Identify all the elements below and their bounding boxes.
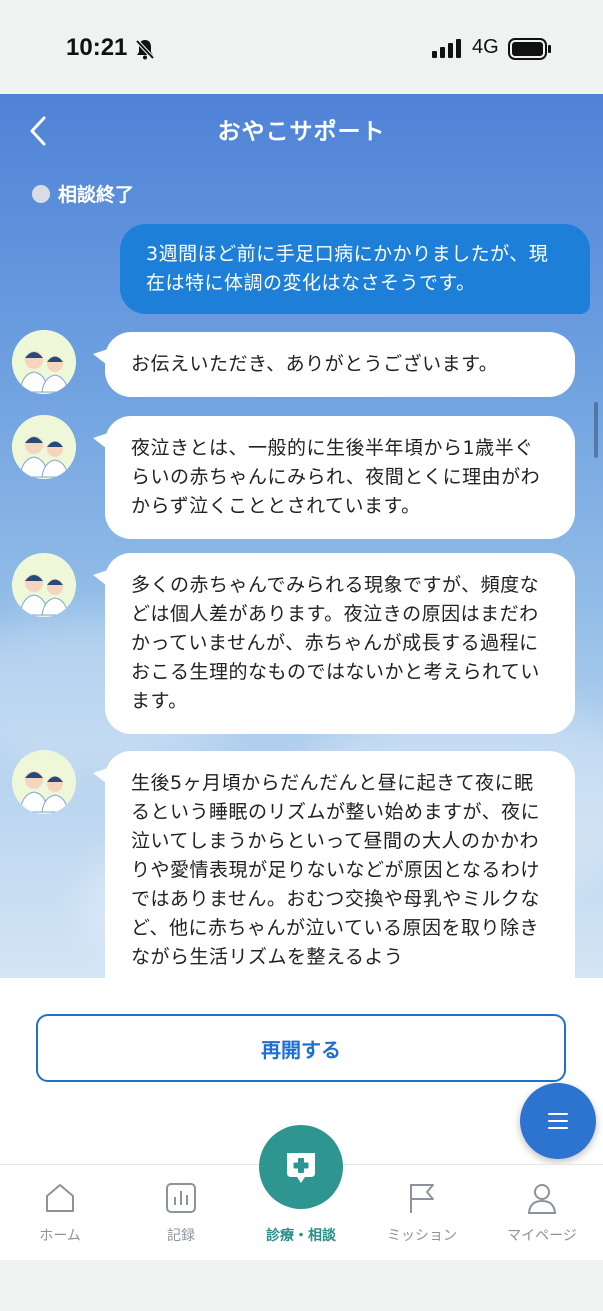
menu-fab-button[interactable] [520, 1083, 596, 1159]
tab-label: ミッション [387, 1228, 457, 1244]
bot-message: 生後5ヶ月頃からだんだんと昼に起きて夜に眠るという睡眠のリズムが整い始めますが、… [93, 751, 575, 978]
status-bar: 10:21 4G [0, 0, 603, 94]
status-time: 10:21 [66, 34, 128, 61]
chat-area[interactable]: おやこサポート 相談終了 3週間ほど前に手足口病にかかりましたが、現在は特に体調… [0, 94, 603, 978]
doctor-avatar-icon [12, 415, 76, 479]
tab-label: ホーム [39, 1228, 81, 1244]
person-icon [527, 1184, 557, 1214]
home-icon [46, 1184, 74, 1212]
tab-home[interactable]: ホーム [5, 1181, 115, 1245]
tab-mypage[interactable]: マイページ [487, 1181, 597, 1245]
tab-label: 記録 [167, 1228, 195, 1244]
bell-muted-icon [135, 39, 155, 60]
bot-message: 多くの赤ちゃんでみられる現象ですが、頻度などは個人差があります。夜泣きの原因はま… [93, 553, 575, 734]
resume-button[interactable]: 再開する [36, 1014, 566, 1082]
flag-icon [410, 1184, 434, 1213]
doctor-avatar-icon [12, 750, 76, 814]
tab-label: マイページ [507, 1228, 577, 1244]
tab-records[interactable]: 記録 [126, 1181, 236, 1245]
bot-message: 夜泣きとは、一般的に生後半年頃から1歳半ぐらいの赤ちゃんにみられ、夜間とくに理由… [93, 416, 575, 539]
signal-icon [432, 39, 461, 58]
doctor-avatar-icon [12, 553, 76, 617]
network-type: 4G [472, 36, 499, 58]
user-message: 3週間ほど前に手足口病にかかりましたが、現在は特に体調の変化はなさそうです。 [120, 224, 590, 314]
chart-icon [166, 1183, 196, 1213]
doctor-avatar-icon [12, 330, 76, 394]
tab-mission[interactable]: ミッション [367, 1181, 477, 1245]
home-indicator-area [0, 1260, 603, 1311]
consult-fab-button[interactable] [259, 1125, 343, 1209]
scroll-indicator[interactable] [594, 402, 598, 458]
consult-plus-icon [287, 1153, 315, 1183]
page-title: おやこサポート [217, 119, 386, 145]
menu-lines-icon [548, 1113, 568, 1129]
bot-message: お伝えいただき、ありがとうございます。 [93, 332, 575, 397]
battery-icon [508, 38, 551, 60]
status-label: 相談終了 [58, 184, 135, 206]
tab-label: 診療・相談 [266, 1228, 336, 1244]
tab-consult[interactable]: 診療・相談 [246, 1219, 356, 1245]
consult-status: 相談終了 [32, 180, 134, 207]
status-dot-icon [32, 184, 50, 203]
